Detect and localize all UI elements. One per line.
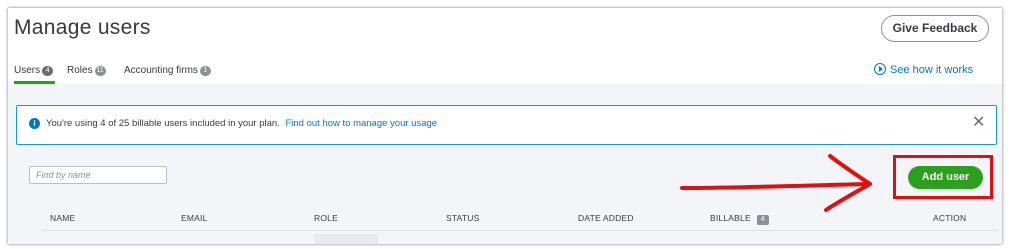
tab-bar: Users 4 Roles 11 Accounting firms 1 See how… [8,60,1002,84]
column-status[interactable]: STATUS [446,213,479,223]
tab-roles-count: 11 [94,66,106,76]
tab-users[interactable]: Users 4 [14,65,54,76]
tab-accounting-firms[interactable]: Accounting firms 1 [124,65,211,76]
page-header: Manage users Give Feedback [8,8,1002,60]
column-email[interactable]: EMAIL [181,213,208,223]
table-row [314,234,378,244]
column-role[interactable]: ROLE [314,213,338,223]
info-icon: i [29,118,40,129]
column-name[interactable]: NAME [50,213,75,223]
column-action: ACTION [933,213,967,223]
tab-accounting-firms-label: Accounting firms [124,65,198,76]
see-how-it-works-link[interactable]: See how it works [874,63,973,76]
notice-text: You're using 4 of 25 billable users incl… [46,118,280,129]
red-arrow-annotation [680,154,872,212]
active-tab-indicator [14,81,55,84]
page-title: Manage users [14,16,151,39]
close-icon[interactable]: ✕ [972,113,985,133]
table-divider [42,230,998,231]
give-feedback-button[interactable]: Give Feedback [881,15,989,42]
tab-roles[interactable]: Roles 11 [67,65,106,76]
tab-users-count: 4 [42,66,54,76]
users-table-header: NAME EMAIL ROLE STATUS DATE ADDED BILLAB… [8,209,1002,229]
see-how-it-works-label: See how it works [890,64,974,76]
tab-accounting-firms-count: 1 [199,66,211,76]
column-date-added[interactable]: DATE ADDED [578,213,634,223]
manage-users-window: Manage users Give Feedback Users 4 Roles 1… [8,8,1002,244]
notice-text-row: You're using 4 of 25 billable users incl… [46,118,437,129]
play-circle-icon [874,63,886,75]
find-by-name-input[interactable] [29,166,167,184]
column-billable[interactable]: BILLABLE 4 [710,213,769,225]
billable-count-badge: 4 [756,215,769,225]
column-billable-label: BILLABLE [710,213,751,223]
tab-roles-label: Roles [67,65,93,76]
manage-usage-link[interactable]: Find out how to manage your usage [285,118,437,129]
add-user-button[interactable]: Add user [908,166,983,189]
billable-users-notice: i You're using 4 of 25 billable users in… [16,105,997,145]
tab-users-label: Users [14,65,41,76]
